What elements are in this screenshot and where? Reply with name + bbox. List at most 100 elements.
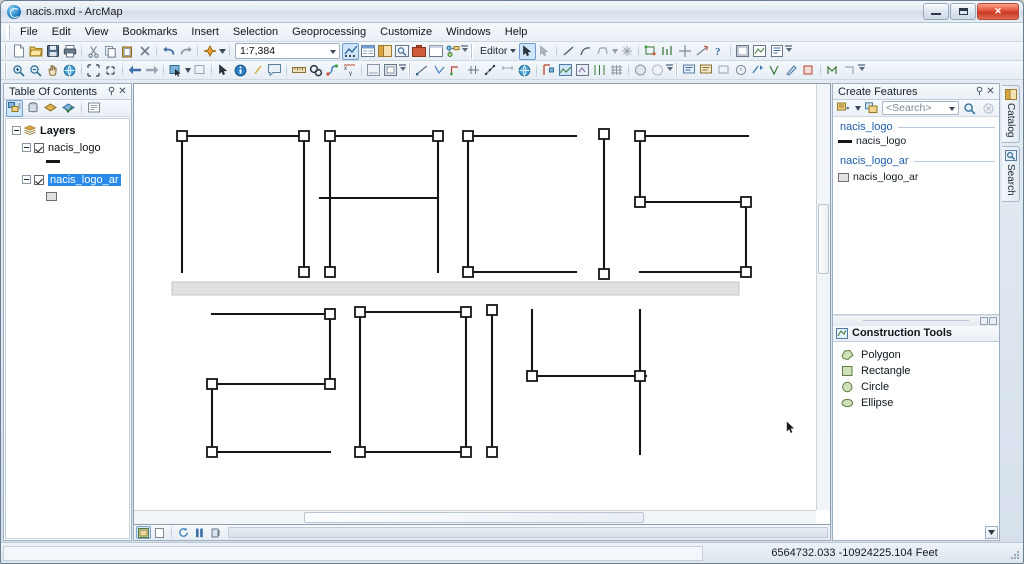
maplex-props-icon[interactable] — [841, 62, 858, 79]
editor-menu-button[interactable]: Editor — [476, 43, 519, 60]
image-analysis-icon[interactable] — [574, 62, 591, 79]
menu-edit[interactable]: Edit — [45, 24, 78, 40]
tools-overflow-icon[interactable] — [399, 63, 406, 78]
grid-icon[interactable] — [608, 62, 625, 79]
list-by-selection-icon[interactable] — [60, 100, 77, 117]
pause-drawing-button[interactable] — [192, 526, 207, 539]
toolbar-overflow-icon[interactable] — [461, 44, 468, 59]
annotation-delete-icon[interactable] — [800, 62, 817, 79]
label-manager-icon[interactable] — [681, 62, 698, 79]
expand-toggle-icon[interactable] — [22, 143, 31, 152]
menu-grip[interactable] — [6, 25, 10, 39]
maplex-icon[interactable] — [824, 62, 841, 79]
chevron-down-icon[interactable] — [330, 50, 336, 54]
new-document-icon[interactable] — [10, 43, 27, 60]
sketch-properties-icon[interactable] — [751, 43, 768, 60]
open-document-icon[interactable] — [27, 43, 44, 60]
selected-polygon-feature[interactable] — [171, 281, 740, 296]
line-symbol-swatch[interactable] — [46, 159, 60, 163]
annotation-target-icon[interactable] — [766, 62, 783, 79]
print-icon[interactable] — [61, 43, 78, 60]
fixed-zoom-out-icon[interactable] — [102, 62, 119, 79]
map-scale-combo[interactable]: 1:7,384 — [235, 43, 340, 59]
fixed-zoom-in-icon[interactable] — [85, 62, 102, 79]
map-vertical-scrollbar[interactable] — [816, 84, 830, 510]
create-features-window-icon[interactable] — [768, 43, 785, 60]
go-back-extent-icon[interactable] — [126, 62, 143, 79]
select-features-icon[interactable] — [167, 62, 184, 79]
edit-annotation-tool-icon[interactable] — [536, 43, 553, 60]
toolbar-grip[interactable] — [4, 43, 7, 59]
side-tab-search[interactable]: Search — [1002, 146, 1020, 203]
nacis-logo-features[interactable] — [134, 84, 816, 510]
editor-toolbar-grip[interactable] — [470, 43, 473, 59]
template-dropdown-icon[interactable] — [854, 100, 861, 117]
editor-extra-grip[interactable] — [408, 62, 411, 78]
construction-tool-rectangle[interactable]: Rectangle — [833, 363, 999, 379]
tools-toolbar-grip[interactable] — [4, 62, 7, 78]
snapping-icon[interactable] — [431, 62, 448, 79]
point-tool-icon[interactable] — [618, 43, 635, 60]
delete-icon[interactable] — [136, 43, 153, 60]
labeling-overflow-icon[interactable] — [858, 63, 865, 78]
construction-tools-scroll-down[interactable] — [985, 526, 998, 539]
paste-icon[interactable] — [119, 43, 136, 60]
template-group-header[interactable]: nacis_logo — [833, 120, 999, 134]
hyperlink-icon[interactable] — [249, 62, 266, 79]
extra-overflow-icon[interactable] — [666, 63, 673, 78]
splitter-buttons[interactable] — [980, 316, 997, 325]
data-frame[interactable] — [133, 83, 831, 525]
split-tool-icon[interactable] — [676, 43, 693, 60]
full-extent-icon[interactable] — [61, 62, 78, 79]
spatial-adjustment-icon[interactable] — [591, 62, 608, 79]
chevron-down-icon[interactable] — [949, 107, 955, 111]
panel-splitter[interactable] — [833, 314, 999, 326]
map-horizontal-scrollbar[interactable] — [134, 510, 816, 524]
construction-tool-circle[interactable]: Circle — [833, 379, 999, 395]
toolbox-window-icon[interactable] — [410, 43, 427, 60]
pin-icon[interactable]: ⚲ — [106, 86, 117, 98]
add-data-icon[interactable] — [201, 43, 218, 60]
list-by-source-icon[interactable] — [24, 100, 41, 117]
add-data-dropdown-icon[interactable] — [218, 43, 226, 60]
menu-view[interactable]: View — [78, 24, 116, 40]
trace-tool-icon[interactable] — [594, 43, 611, 60]
attributes-help-icon[interactable]: ? — [710, 43, 727, 60]
search-input[interactable]: <Search> — [882, 101, 959, 115]
maximize-button[interactable] — [950, 3, 976, 20]
list-by-drawing-order-icon[interactable] — [6, 99, 23, 117]
edit-vertices-icon[interactable] — [642, 43, 659, 60]
pin-icon[interactable]: ⚲ — [974, 86, 985, 98]
menu-help[interactable]: Help — [498, 24, 535, 40]
expand-toggle-icon[interactable] — [22, 175, 31, 184]
go-to-xy-icon[interactable]: xy — [341, 62, 358, 79]
toc-tree[interactable]: Layers nacis_logo nacis_logo_ar — [5, 118, 130, 539]
zoom-out-icon[interactable] — [27, 62, 44, 79]
reshape-feature-icon[interactable] — [659, 43, 676, 60]
list-by-visibility-icon[interactable] — [42, 100, 59, 117]
clear-selection-icon[interactable] — [191, 62, 208, 79]
topology-icon[interactable] — [448, 62, 465, 79]
toc-options-icon[interactable] — [86, 100, 103, 117]
menu-file[interactable]: File — [13, 24, 45, 40]
html-popup-icon[interactable] — [266, 62, 283, 79]
construction-tools-list[interactable]: Polygon Rectangle Circle Ellipse — [833, 341, 999, 540]
python-window-icon[interactable] — [427, 43, 444, 60]
close-button[interactable]: ✕ — [977, 3, 1019, 20]
straight-segment-icon[interactable] — [560, 43, 577, 60]
trace-dropdown-icon[interactable] — [611, 43, 618, 60]
copy-icon[interactable] — [102, 43, 119, 60]
template-group-header[interactable]: nacis_logo_ar — [833, 154, 999, 168]
label-weight-icon[interactable] — [715, 62, 732, 79]
menu-geoprocessing[interactable]: Geoprocessing — [285, 24, 373, 40]
close-icon[interactable]: ✕ — [117, 86, 128, 98]
construction-tool-ellipse[interactable]: Ellipse — [833, 395, 999, 411]
side-tab-catalog[interactable]: Catalog — [1002, 85, 1020, 144]
map-canvas[interactable] — [134, 84, 816, 510]
minimize-button[interactable] — [923, 3, 949, 20]
vertical-scroll-thumb[interactable] — [818, 204, 829, 274]
toggle-map-cache-button[interactable] — [208, 526, 223, 539]
toc-layer-nacis-logo-ar[interactable]: nacis_logo_ar — [6, 172, 129, 187]
disabled-tool-icon[interactable] — [649, 62, 666, 79]
table-of-contents-icon[interactable] — [359, 43, 376, 60]
